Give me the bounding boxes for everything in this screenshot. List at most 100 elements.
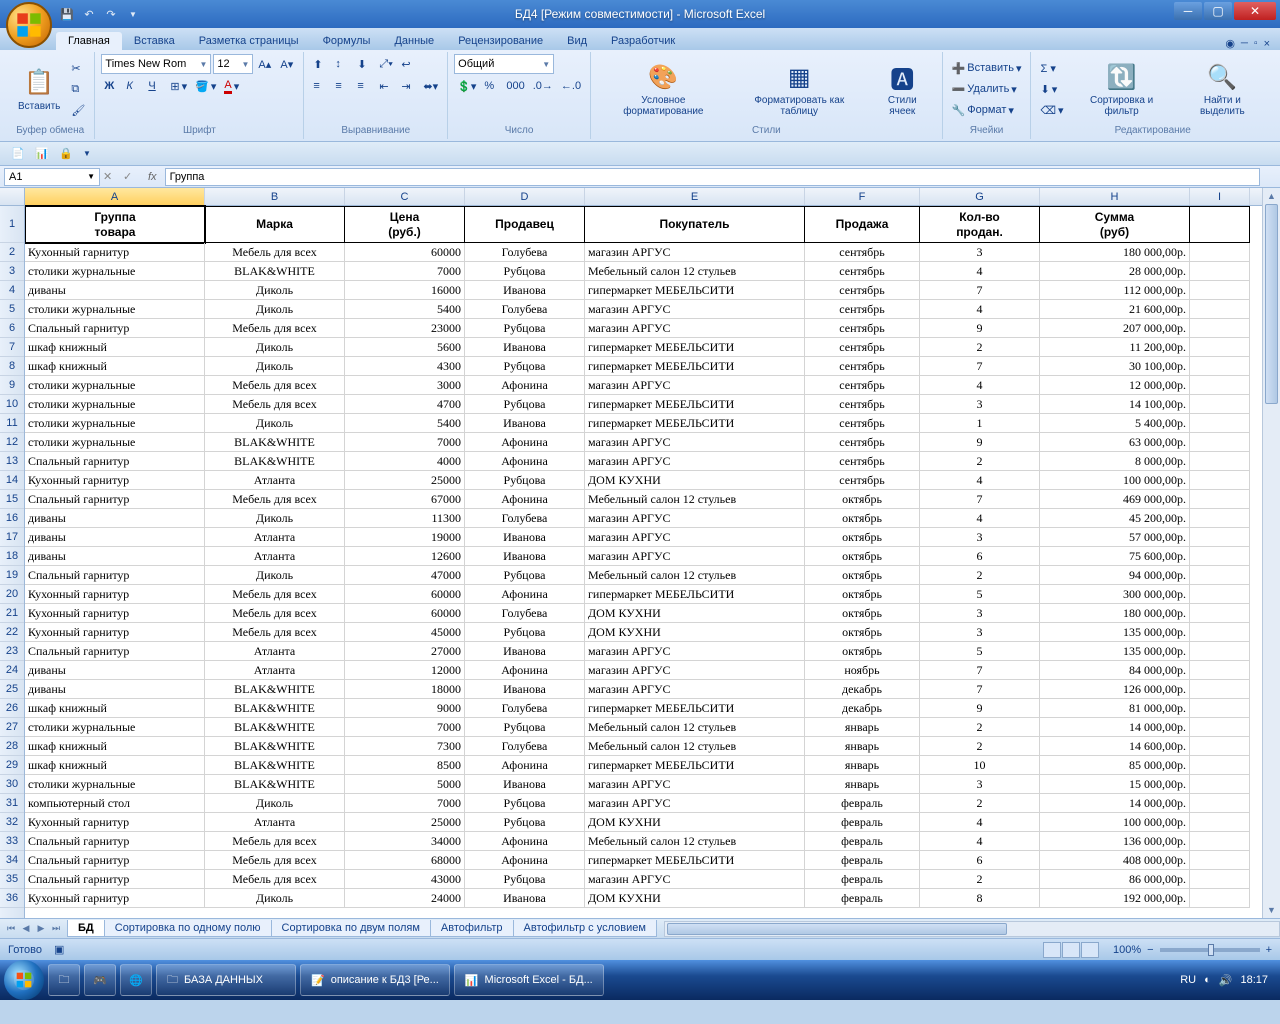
cell-G20[interactable]: 5 (920, 585, 1040, 604)
cell-D8[interactable]: Рубцова (465, 357, 585, 376)
cell-E35[interactable]: магазин АРГУС (585, 870, 805, 889)
cell-H12[interactable]: 63 000,00р. (1040, 433, 1190, 452)
qat2-btn2[interactable]: 📊 (32, 144, 52, 164)
cell-G35[interactable]: 2 (920, 870, 1040, 889)
cell-A5[interactable]: столики журнальные (25, 300, 205, 319)
cell-I20[interactable] (1190, 585, 1250, 604)
page-break-view-button[interactable] (1081, 942, 1099, 958)
cell-F30[interactable]: январь (805, 775, 920, 794)
taskbar-item-1[interactable]: 📝описание к БД3 [Ре... (300, 964, 450, 996)
cell-I15[interactable] (1190, 490, 1250, 509)
ribbon-minimize-icon[interactable]: ─ (1241, 38, 1248, 49)
cell-G7[interactable]: 2 (920, 338, 1040, 357)
row-header[interactable]: 1 (0, 206, 24, 243)
row-header[interactable]: 4 (0, 281, 24, 300)
ribbon-tab-2[interactable]: Разметка страницы (187, 32, 311, 50)
ribbon-tab-6[interactable]: Вид (555, 32, 599, 50)
cell-G6[interactable]: 9 (920, 319, 1040, 338)
spreadsheet-grid[interactable]: 1 23456789101112131415161718192021222324… (0, 188, 1280, 918)
office-button[interactable] (6, 2, 52, 48)
cell-C1[interactable]: Цена(руб.) (345, 206, 465, 243)
cell-H32[interactable]: 100 000,00р. (1040, 813, 1190, 832)
cell-C13[interactable]: 4000 (345, 452, 465, 471)
cell-H31[interactable]: 14 000,00р. (1040, 794, 1190, 813)
cell-D23[interactable]: Иванова (465, 642, 585, 661)
row-header[interactable]: 28 (0, 737, 24, 756)
cell-H17[interactable]: 57 000,00р. (1040, 528, 1190, 547)
row-header[interactable]: 24 (0, 661, 24, 680)
cell-E11[interactable]: гипермаркет МЕБЕЛЬСИТИ (585, 414, 805, 433)
cell-E27[interactable]: Мебельный салон 12 стульев (585, 718, 805, 737)
row-header[interactable]: 25 (0, 680, 24, 699)
cell-I24[interactable] (1190, 661, 1250, 680)
cell-H3[interactable]: 28 000,00р. (1040, 262, 1190, 281)
autosum-button[interactable]: Σ ▾ (1037, 58, 1066, 78)
cell-G30[interactable]: 3 (920, 775, 1040, 794)
merge-button[interactable]: ⬌▾ (420, 76, 441, 96)
cell-C15[interactable]: 67000 (345, 490, 465, 509)
cell-G12[interactable]: 9 (920, 433, 1040, 452)
indent-dec-button[interactable]: ⇤ (376, 76, 396, 96)
cell-A29[interactable]: шкаф книжный (25, 756, 205, 775)
row-header[interactable]: 15 (0, 490, 24, 509)
name-box[interactable]: A1▼ (4, 168, 100, 186)
cell-F7[interactable]: сентябрь (805, 338, 920, 357)
italic-button[interactable]: К (123, 76, 143, 96)
row-header[interactable]: 14 (0, 471, 24, 490)
row-header[interactable]: 7 (0, 338, 24, 357)
cell-F33[interactable]: февраль (805, 832, 920, 851)
cell-B4[interactable]: Диколь (205, 281, 345, 300)
qat2-menu[interactable]: ▼ (80, 144, 100, 164)
zoom-in-button[interactable]: + (1266, 944, 1272, 956)
cell-A34[interactable]: Спальный гарнитур (25, 851, 205, 870)
conditional-formatting-button[interactable]: 🎨Условное форматирование (597, 54, 730, 124)
cell-D36[interactable]: Иванова (465, 889, 585, 908)
cell-F26[interactable]: декабрь (805, 699, 920, 718)
col-header-H[interactable]: H (1040, 188, 1190, 205)
cell-H19[interactable]: 94 000,00р. (1040, 566, 1190, 585)
cell-D15[interactable]: Афонина (465, 490, 585, 509)
cell-G28[interactable]: 2 (920, 737, 1040, 756)
fill-color-button[interactable]: 🪣▾ (192, 76, 219, 96)
cell-D3[interactable]: Рубцова (465, 262, 585, 281)
cell-G14[interactable]: 4 (920, 471, 1040, 490)
cell-G36[interactable]: 8 (920, 889, 1040, 908)
row-header[interactable]: 32 (0, 813, 24, 832)
row-header[interactable]: 35 (0, 870, 24, 889)
cell-C6[interactable]: 23000 (345, 319, 465, 338)
cell-A30[interactable]: столики журнальные (25, 775, 205, 794)
sort-filter-button[interactable]: 🔃Сортировка и фильтр (1069, 54, 1175, 124)
cell-F31[interactable]: февраль (805, 794, 920, 813)
cell-A24[interactable]: диваны (25, 661, 205, 680)
cell-D21[interactable]: Голубева (465, 604, 585, 623)
cell-E30[interactable]: магазин АРГУС (585, 775, 805, 794)
cell-I33[interactable] (1190, 832, 1250, 851)
col-header-C[interactable]: C (345, 188, 465, 205)
cell-H18[interactable]: 75 600,00р. (1040, 547, 1190, 566)
cell-G34[interactable]: 6 (920, 851, 1040, 870)
row-header[interactable]: 30 (0, 775, 24, 794)
cell-D13[interactable]: Афонина (465, 452, 585, 471)
cell-B18[interactable]: Атланта (205, 547, 345, 566)
cell-I29[interactable] (1190, 756, 1250, 775)
cell-G16[interactable]: 4 (920, 509, 1040, 528)
cell-A35[interactable]: Спальный гарнитур (25, 870, 205, 889)
cell-I5[interactable] (1190, 300, 1250, 319)
cell-D11[interactable]: Иванова (465, 414, 585, 433)
cell-I25[interactable] (1190, 680, 1250, 699)
cell-D31[interactable]: Рубцова (465, 794, 585, 813)
cell-F35[interactable]: февраль (805, 870, 920, 889)
cell-G27[interactable]: 2 (920, 718, 1040, 737)
cell-E18[interactable]: магазин АРГУС (585, 547, 805, 566)
cell-D25[interactable]: Иванова (465, 680, 585, 699)
cell-B9[interactable]: Мебель для всех (205, 376, 345, 395)
cell-C14[interactable]: 25000 (345, 471, 465, 490)
cell-A1[interactable]: Группатовара (25, 206, 205, 243)
cell-B11[interactable]: Диколь (205, 414, 345, 433)
cell-H6[interactable]: 207 000,00р. (1040, 319, 1190, 338)
cell-A18[interactable]: диваны (25, 547, 205, 566)
lang-indicator[interactable]: RU (1180, 974, 1196, 986)
cell-E28[interactable]: Мебельный салон 12 стульев (585, 737, 805, 756)
cell-C3[interactable]: 7000 (345, 262, 465, 281)
cell-I4[interactable] (1190, 281, 1250, 300)
